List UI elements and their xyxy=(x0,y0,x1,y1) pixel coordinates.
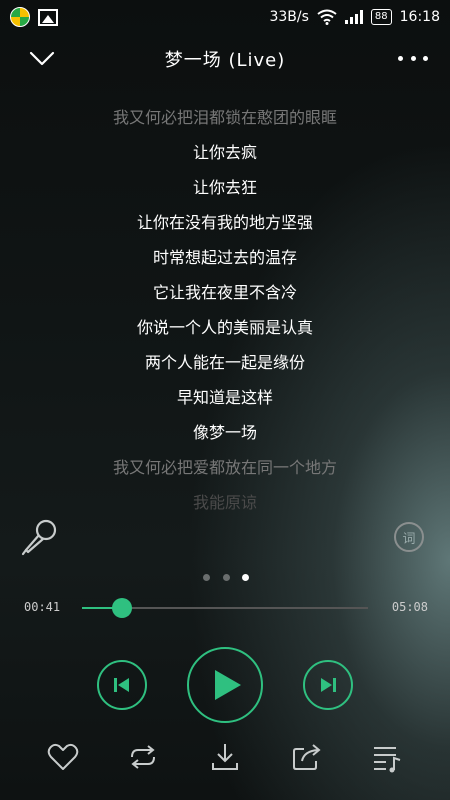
lyric-line: 两个人能在一起是缘份 xyxy=(144,353,305,372)
battery-icon: 88 xyxy=(370,9,392,25)
lyric-line: 时常想起过去的温存 xyxy=(152,248,297,267)
lyrics-mode-button[interactable]: 词 xyxy=(394,522,424,552)
heart-icon[interactable] xyxy=(46,741,80,773)
lyric-line: 像梦一场 xyxy=(192,423,257,442)
download-icon[interactable] xyxy=(208,741,242,773)
progress-thumb[interactable] xyxy=(112,598,133,618)
lyric-line: 我能原谅 xyxy=(192,493,257,512)
lyric-line: 它让我在夜里不含冷 xyxy=(152,283,297,302)
image-notification-icon xyxy=(38,8,58,26)
previous-button[interactable] xyxy=(97,660,147,710)
signal-icon xyxy=(344,10,363,24)
play-icon xyxy=(215,670,241,700)
bottom-action-bar xyxy=(0,735,450,779)
microphone-icon[interactable] xyxy=(20,518,60,558)
page-indicator xyxy=(203,574,249,582)
next-button[interactable] xyxy=(303,660,353,710)
lyric-line: 我又何必把爱都放在同一个地方 xyxy=(112,458,337,477)
page-dot-active[interactable] xyxy=(242,574,249,581)
more-icon-dot xyxy=(410,55,416,61)
more-options-button[interactable] xyxy=(398,50,428,66)
repeat-icon[interactable] xyxy=(126,741,160,773)
lyric-line: 让你去疯 xyxy=(192,143,257,162)
skip-next-icon xyxy=(321,678,336,692)
playlist-icon[interactable] xyxy=(370,741,404,773)
page-dot[interactable] xyxy=(222,574,230,581)
more-icon-dot xyxy=(423,55,428,61)
player-header: 梦一场 (Live) xyxy=(0,36,450,82)
page-dot[interactable] xyxy=(203,574,210,581)
song-title: 梦一场 (Live) xyxy=(164,50,286,71)
chevron-down-icon[interactable] xyxy=(28,48,56,68)
skip-previous-icon xyxy=(114,678,129,692)
lyric-line: 让你在没有我的地方坚强 xyxy=(136,213,313,232)
lyric-line: 我又何必把泪都锁在憨团的眼眶 xyxy=(112,108,337,127)
share-icon[interactable] xyxy=(290,741,324,773)
current-time: 00:41 xyxy=(24,600,61,614)
clock: 16:18 xyxy=(399,9,440,25)
total-time: 05:08 xyxy=(391,600,428,614)
play-button[interactable] xyxy=(187,647,263,723)
lyrics-mode-label: 词 xyxy=(402,531,416,547)
lyric-line: 你说一个人的美丽是认真 xyxy=(136,318,313,337)
network-speed: 33B/s xyxy=(269,9,309,25)
more-icon-dot xyxy=(398,55,403,61)
wifi-icon xyxy=(317,9,337,25)
app-notification-icon xyxy=(10,7,30,27)
progress-bar[interactable] xyxy=(82,598,368,618)
lyric-line: 让你去狂 xyxy=(192,178,257,197)
lyric-line: 早知道是这样 xyxy=(176,388,273,407)
status-bar: 33B/s 88 16:18 xyxy=(0,0,450,34)
